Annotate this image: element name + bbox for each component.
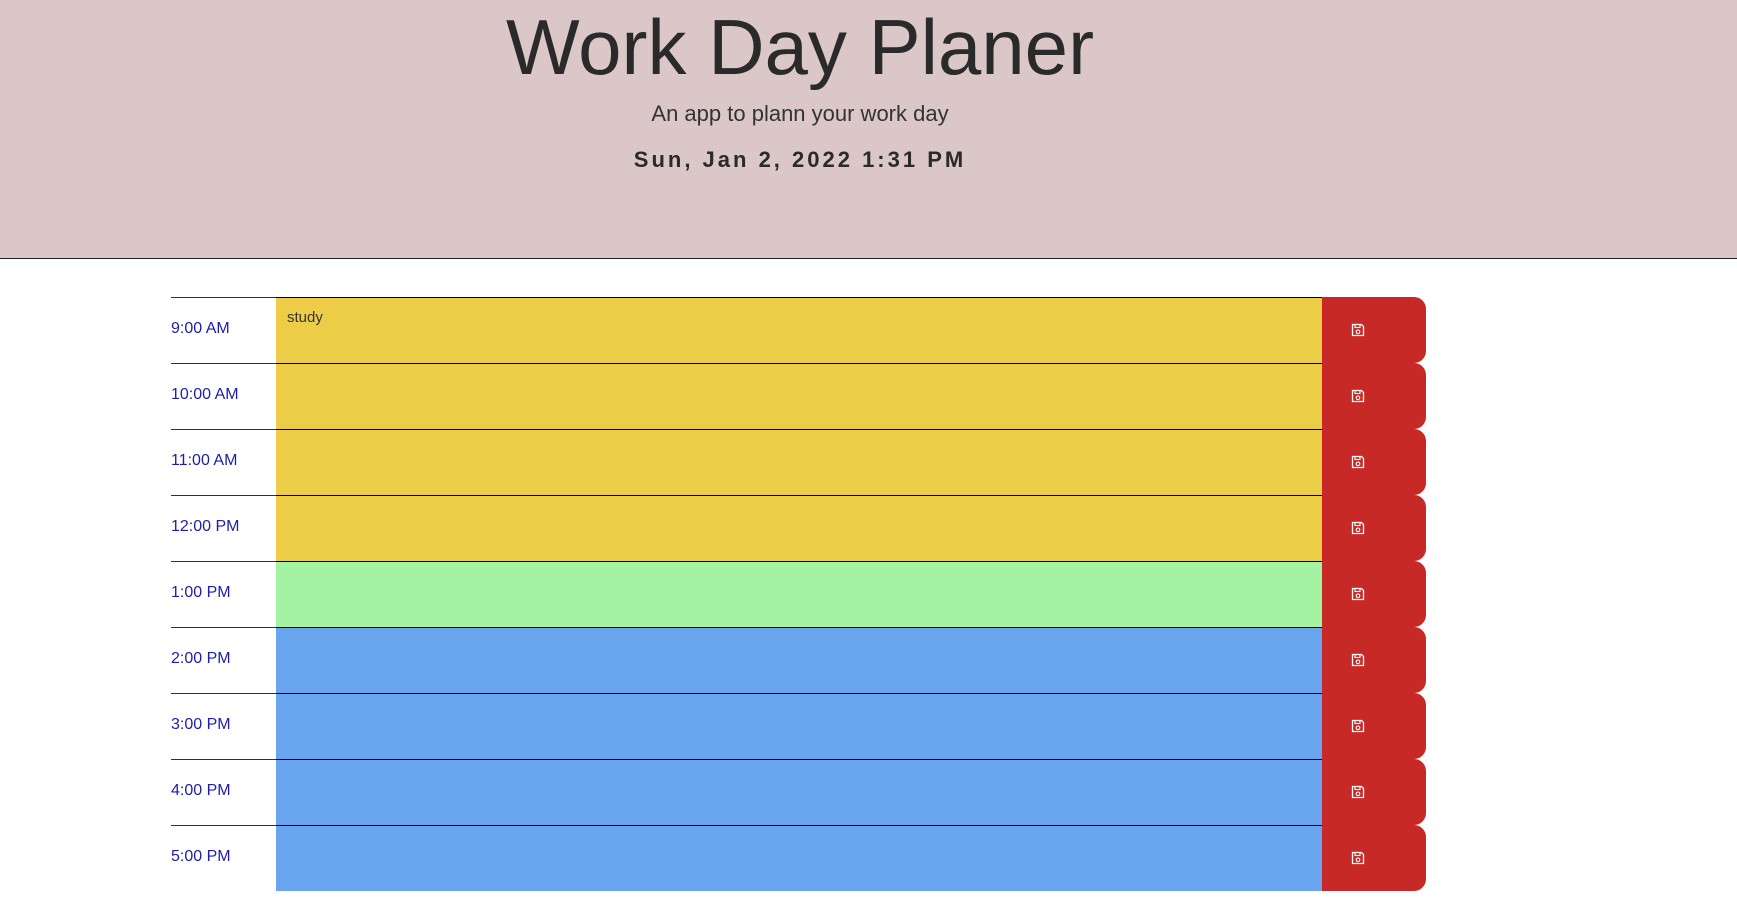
- current-day: Sun, Jan 2, 2022 1:31 PM: [633, 147, 967, 172]
- time-block-row: 10:00 AM: [171, 363, 1426, 429]
- save-button[interactable]: [1322, 627, 1426, 693]
- save-button[interactable]: [1322, 495, 1426, 561]
- floppy-disk-icon: [1351, 719, 1365, 733]
- save-button[interactable]: [1322, 759, 1426, 825]
- description-textarea[interactable]: [276, 429, 1322, 495]
- time-block-row: 11:00 AM: [171, 429, 1426, 495]
- floppy-disk-icon: [1351, 587, 1365, 601]
- floppy-disk-icon: [1351, 653, 1365, 667]
- page-title: Work Day Planer: [505, 3, 1095, 91]
- save-button[interactable]: [1322, 363, 1426, 429]
- hour-label: 9:00 AM: [171, 297, 276, 363]
- description-textarea[interactable]: [276, 693, 1322, 759]
- header: Work Day Planer An app to plann your wor…: [0, 0, 1737, 259]
- hour-label: 5:00 PM: [171, 825, 276, 891]
- description-textarea[interactable]: [276, 495, 1322, 561]
- floppy-disk-icon: [1351, 851, 1365, 865]
- description-textarea[interactable]: [276, 627, 1322, 693]
- planner: 9:00 AM study 10:00 AM 11:00 AM 12:00 PM 1:00…: [171, 297, 1426, 891]
- time-block-row: 3:00 PM: [171, 693, 1426, 759]
- hour-label: 12:00 PM: [171, 495, 276, 561]
- floppy-disk-icon: [1351, 521, 1365, 535]
- description-textarea[interactable]: [276, 363, 1322, 429]
- description-textarea[interactable]: study: [276, 297, 1322, 363]
- time-block-row: 1:00 PM: [171, 561, 1426, 627]
- description-textarea[interactable]: [276, 825, 1322, 891]
- floppy-disk-icon: [1351, 455, 1365, 469]
- description-textarea[interactable]: [276, 759, 1322, 825]
- floppy-disk-icon: [1351, 389, 1365, 403]
- time-block-row: 12:00 PM: [171, 495, 1426, 561]
- hour-label: 4:00 PM: [171, 759, 276, 825]
- floppy-disk-icon: [1351, 323, 1365, 337]
- save-button[interactable]: [1322, 693, 1426, 759]
- time-block-row: 4:00 PM: [171, 759, 1426, 825]
- time-block-row: 5:00 PM: [171, 825, 1426, 891]
- hour-label: 2:00 PM: [171, 627, 276, 693]
- description-textarea[interactable]: [276, 561, 1322, 627]
- save-button[interactable]: [1322, 825, 1426, 891]
- floppy-disk-icon: [1351, 785, 1365, 799]
- page-subtitle: An app to plann your work day: [651, 101, 949, 126]
- save-button[interactable]: [1322, 297, 1426, 363]
- hour-label: 11:00 AM: [171, 429, 276, 495]
- save-button[interactable]: [1322, 429, 1426, 495]
- save-button[interactable]: [1322, 561, 1426, 627]
- time-block-row: 2:00 PM: [171, 627, 1426, 693]
- time-block-row: 9:00 AM study: [171, 297, 1426, 363]
- hour-label: 1:00 PM: [171, 561, 276, 627]
- hour-label: 3:00 PM: [171, 693, 276, 759]
- hour-label: 10:00 AM: [171, 363, 276, 429]
